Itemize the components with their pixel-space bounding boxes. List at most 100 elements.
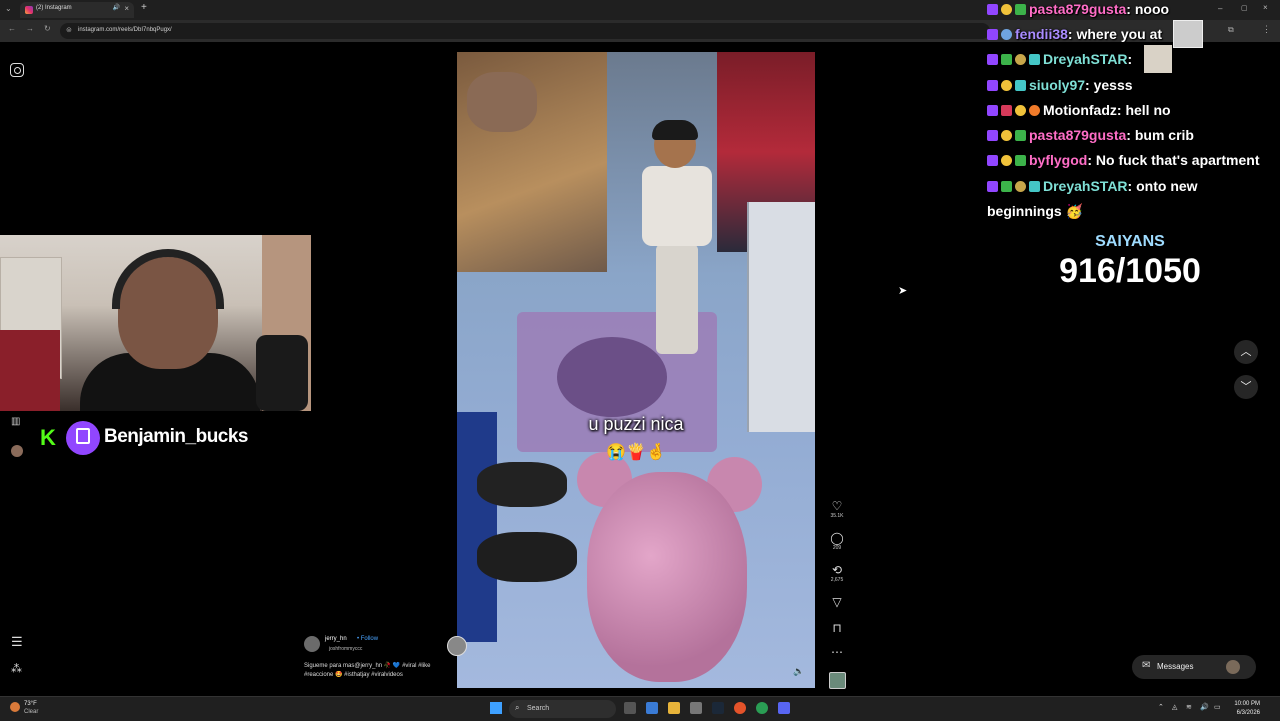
video-caption: u puzzi nica — [588, 414, 684, 434]
author-username[interactable]: jerry_hn — [325, 636, 347, 642]
chat-text: No fuck that's apartment — [1095, 152, 1260, 168]
file-explorer-icon[interactable] — [668, 702, 680, 714]
chat-message: DreyahSTAR: onto new — [987, 178, 1198, 194]
chat-message: pasta879gusta: nooo — [987, 1, 1169, 17]
hamburger-menu-icon[interactable]: ☰ — [11, 634, 23, 650]
clock-time: 10:00 PM — [1234, 701, 1260, 707]
tab-list-icon[interactable]: ⌄ — [5, 4, 12, 13]
repost-button[interactable]: ⟲ 2,675 — [826, 563, 848, 583]
browser-icon[interactable] — [756, 702, 768, 714]
tab-instagram[interactable]: (2) Instagram 🔊 × — [20, 2, 134, 18]
comment-button[interactable]: ◯ 209 — [826, 531, 848, 551]
chat-username: DreyahSTAR — [1043, 178, 1128, 194]
chat-text: beginnings 🥳 — [987, 203, 1083, 219]
battery-icon[interactable]: ▭ — [1214, 703, 1221, 711]
url-text: instagram.com/reels/DbI7nbqPugx/ — [78, 27, 172, 33]
wifi-icon[interactable]: ≋ — [1186, 703, 1192, 711]
reel-video[interactable]: u puzzi nica 😭🍟🤞 🔈 — [457, 52, 815, 688]
chat-text: where you at — [1076, 26, 1163, 42]
chat-message: siuoly97: yesss — [987, 77, 1133, 93]
steam-icon[interactable] — [712, 702, 724, 714]
chat-username: pasta879gusta — [1029, 1, 1127, 17]
chat-text: bum crib — [1134, 127, 1194, 143]
forward-icon[interactable]: → — [26, 24, 34, 33]
tab-title: (2) Instagram — [36, 5, 72, 11]
settings-icon[interactable] — [690, 702, 702, 714]
browser-menu-icon[interactable]: ⋮ — [1262, 24, 1271, 35]
chrome-icon[interactable] — [734, 702, 746, 714]
back-icon[interactable]: ← — [8, 24, 16, 33]
url-field[interactable]: ⊜ instagram.com/reels/DbI7nbqPugx/ — [60, 23, 990, 39]
previous-reel-button[interactable]: ︿ — [1234, 340, 1258, 364]
chat-username: Motionfadz — [1043, 102, 1117, 118]
next-reel-button[interactable]: ﹀ — [1234, 375, 1258, 399]
cat-emote-image — [1144, 45, 1172, 73]
kick-logo-icon: K — [33, 423, 63, 453]
chat-message: DreyahSTAR: — [987, 51, 1132, 67]
more-icon: ⋯ — [831, 645, 843, 659]
comment-count: 209 — [832, 545, 842, 551]
windows-start-icon[interactable] — [490, 702, 502, 714]
kiosk — [747, 202, 815, 432]
minimize-icon[interactable]: – — [1218, 4, 1222, 13]
author-avatar[interactable] — [304, 636, 320, 652]
reload-icon[interactable]: ↻ — [44, 24, 51, 33]
chat-username: siuoly97 — [1029, 77, 1086, 93]
like-button[interactable]: ♡ 35.1K — [826, 499, 848, 519]
chat-text: onto new — [1136, 178, 1198, 194]
hand — [467, 72, 537, 132]
windows-taskbar: 73°F Clear ⌕ Search ⌃ ◬ ≋ 🔊 ▭ 10:00 PM 6… — [0, 696, 1280, 721]
extensions-icon[interactable]: ⧉ — [1228, 25, 1234, 35]
comment-icon: ◯ — [830, 531, 844, 545]
like-count: 35.1K — [830, 513, 844, 519]
profile-avatar[interactable] — [11, 445, 23, 457]
copilot-icon[interactable] — [646, 702, 658, 714]
also-from-meta-icon[interactable]: ⁂ — [11, 662, 22, 675]
mouse-cursor-icon: ➤ — [898, 285, 908, 297]
caption-emojis: 😭🍟🤞 — [606, 444, 666, 461]
close-tab-icon[interactable]: × — [124, 4, 129, 13]
chat-message: pasta879gusta: bum crib — [987, 127, 1194, 143]
streamer-name: Benjamin_bucks — [104, 426, 249, 447]
weather-temp: 73°F — [24, 701, 37, 707]
audio-avatar[interactable] — [447, 636, 467, 656]
discord-icon[interactable] — [778, 702, 790, 714]
site-info-icon[interactable]: ⊜ — [66, 26, 72, 34]
new-tab-button[interactable]: + — [141, 2, 147, 13]
task-view-icon[interactable] — [624, 702, 636, 714]
more-options-button[interactable]: ⋯ — [826, 645, 848, 659]
messages-icon: ✉ — [1142, 660, 1151, 671]
chat-username: DreyahSTAR — [1043, 51, 1128, 67]
close-window-icon[interactable]: × — [1263, 3, 1268, 12]
speaker-icon[interactable]: 🔊 — [113, 4, 120, 11]
audio-name[interactable]: joshfrommyccc — [329, 646, 362, 652]
network-icon[interactable]: ◬ — [1172, 703, 1177, 711]
insights-icon[interactable]: ▥ — [11, 416, 20, 427]
messages-button[interactable]: ✉ Messages — [1132, 655, 1256, 679]
search-icon: ⌕ — [515, 703, 520, 712]
instagram-logo-icon[interactable] — [10, 63, 24, 77]
chat-message: byflygod: No fuck that's apartment — [987, 152, 1259, 168]
share-button[interactable]: ▽ — [826, 595, 848, 609]
weather-icon — [10, 702, 20, 712]
chat-text: nooo — [1134, 1, 1170, 17]
chat-message-continued: beginnings 🥳 — [987, 203, 1083, 220]
bookmark-icon: ⊓ — [832, 621, 842, 635]
messages-avatar — [1226, 660, 1240, 674]
chat-username: pasta879gusta — [1029, 127, 1127, 143]
audio-thumbnail[interactable] — [829, 672, 846, 689]
mute-icon[interactable]: 🔈 — [793, 666, 804, 677]
search-label: Search — [527, 705, 550, 712]
follow-button[interactable]: • Follow — [357, 636, 378, 642]
maximize-icon[interactable]: ▢ — [1241, 4, 1248, 12]
volume-icon[interactable]: 🔊 — [1200, 703, 1209, 711]
tray-chevron-icon[interactable]: ⌃ — [1158, 703, 1164, 711]
send-icon: ▽ — [832, 595, 842, 609]
save-button[interactable]: ⊓ — [826, 621, 848, 635]
clock[interactable]: 10:00 PM 6/3/2026 — [1232, 700, 1260, 718]
chat-text: hell no — [1125, 102, 1171, 118]
chat-text: yesss — [1093, 77, 1133, 93]
goal-count: 916/1050 — [1059, 252, 1201, 290]
taskbar-search[interactable]: ⌕ Search — [509, 700, 616, 718]
red-blanket — [0, 330, 60, 411]
